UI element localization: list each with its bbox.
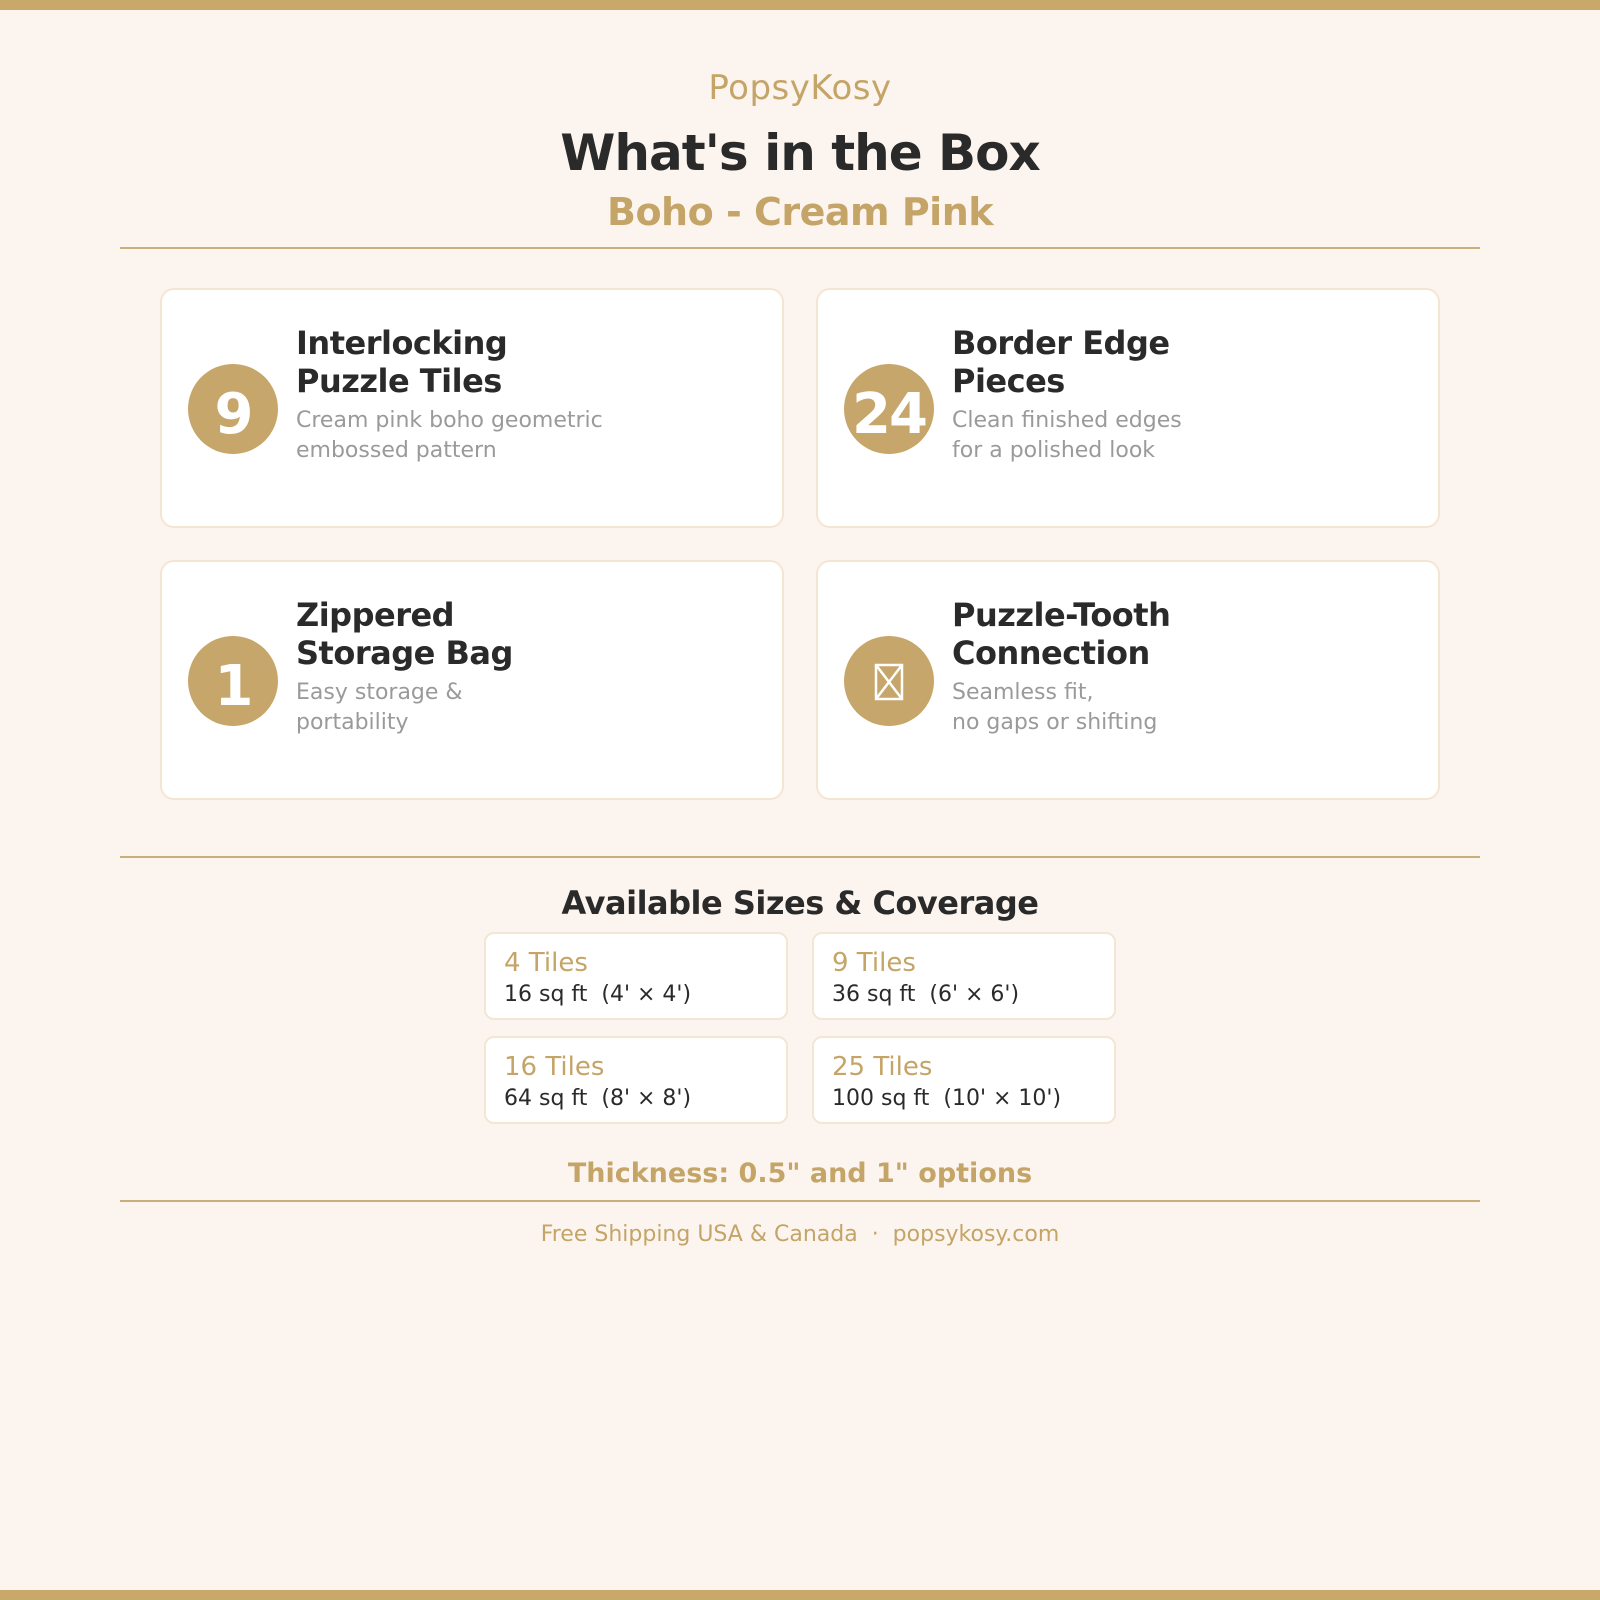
count-badge: 24 bbox=[844, 364, 934, 454]
divider bbox=[120, 1200, 1480, 1202]
footer-text: Free Shipping USA & Canada · popsykosy.c… bbox=[540, 1222, 1060, 1247]
thickness-note: Thickness: 0.5" and 1" options bbox=[567, 1158, 1033, 1189]
box-item-card: 9 Interlocking Puzzle Tiles Cream pink b… bbox=[160, 288, 784, 528]
puzzle-tooth-icon bbox=[844, 636, 934, 726]
divider bbox=[120, 856, 1480, 858]
product-variant-title: Boho - Cream Pink bbox=[606, 190, 994, 234]
size-coverage: 36 sq ft (6' × 6') bbox=[832, 982, 1020, 1007]
size-option-card: 16 Tiles 64 sq ft (8' × 8') bbox=[484, 1036, 788, 1124]
box-item-title: Zippered Storage Bag bbox=[296, 596, 513, 672]
size-option-card: 9 Tiles 36 sq ft (6' × 6') bbox=[812, 932, 1116, 1020]
box-item-card: Puzzle-Tooth Connection Seamless fit, no… bbox=[816, 560, 1440, 800]
divider bbox=[120, 247, 1480, 249]
size-coverage: 100 sq ft (10' × 10') bbox=[832, 1086, 1062, 1111]
box-item-description: Clean finished edges for a polished look bbox=[952, 408, 1182, 463]
box-item-description: Seamless fit, no gaps or shifting bbox=[952, 680, 1158, 735]
bottom-accent-bar bbox=[0, 1590, 1600, 1600]
brand-name: PopsyKosy bbox=[708, 68, 892, 108]
size-tile-count: 16 Tiles bbox=[504, 1052, 605, 1082]
size-tile-count: 25 Tiles bbox=[832, 1052, 933, 1082]
box-item-description: Easy storage & portability bbox=[296, 680, 463, 735]
sizes-section-title: Available Sizes & Coverage bbox=[561, 884, 1039, 922]
box-item-title: Interlocking Puzzle Tiles bbox=[296, 324, 508, 400]
page-title: What's in the Box bbox=[560, 124, 1041, 182]
size-coverage: 16 sq ft (4' × 4') bbox=[504, 982, 692, 1007]
box-item-card: 24 Border Edge Pieces Clean finished edg… bbox=[816, 288, 1440, 528]
size-coverage: 64 sq ft (8' × 8') bbox=[504, 1086, 692, 1111]
size-tile-count: 9 Tiles bbox=[832, 948, 916, 978]
box-item-title: Puzzle-Tooth Connection bbox=[952, 596, 1171, 672]
size-option-card: 25 Tiles 100 sq ft (10' × 10') bbox=[812, 1036, 1116, 1124]
puzzle-tooth-icon-graphic bbox=[874, 663, 904, 701]
box-item-description: Cream pink boho geometric embossed patte… bbox=[296, 408, 603, 463]
count-badge: 1 bbox=[188, 636, 278, 726]
count-badge: 9 bbox=[188, 364, 278, 454]
box-item-title: Border Edge Pieces bbox=[952, 324, 1170, 400]
size-tile-count: 4 Tiles bbox=[504, 948, 588, 978]
top-accent-bar bbox=[0, 0, 1600, 10]
size-option-card: 4 Tiles 16 sq ft (4' × 4') bbox=[484, 932, 788, 1020]
box-item-card: 1 Zippered Storage Bag Easy storage & po… bbox=[160, 560, 784, 800]
